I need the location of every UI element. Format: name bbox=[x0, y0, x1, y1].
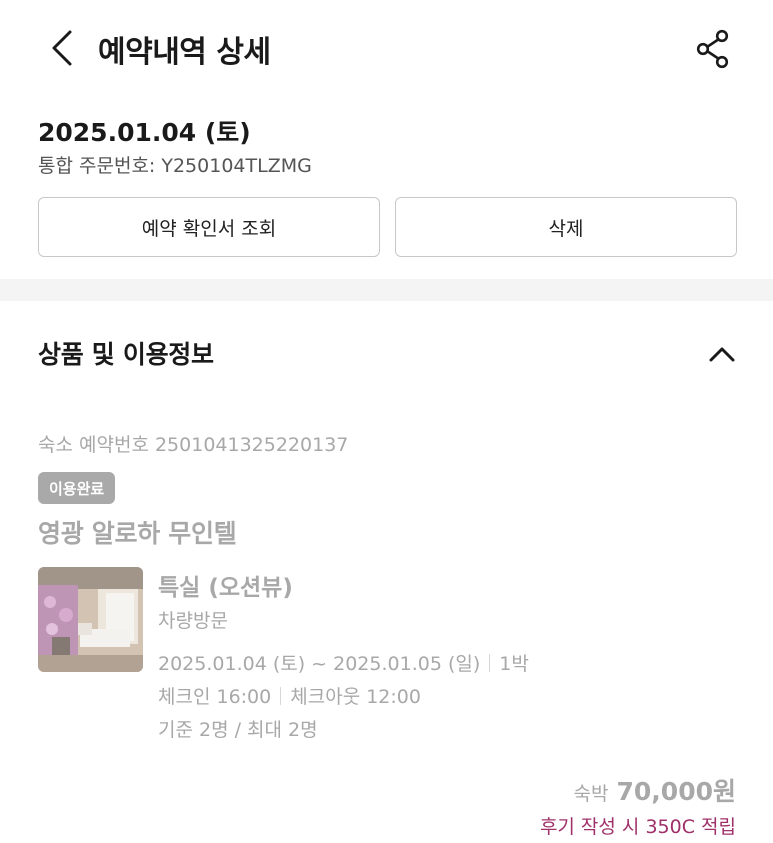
checkout-time: 체크아웃 12:00 bbox=[290, 686, 421, 708]
section-divider bbox=[0, 279, 773, 301]
section-title: 상품 및 이용정보 bbox=[38, 340, 214, 369]
stay-dates-line: 2025.01.04 (토) ~ 2025.01.05 (일) 1박 bbox=[158, 649, 529, 676]
guest-capacity: 기준 2명 / 최대 2명 bbox=[158, 719, 318, 741]
chevron-left-icon bbox=[52, 30, 72, 66]
view-confirmation-button[interactable]: 예약 확인서 조회 bbox=[38, 197, 380, 257]
order-date: 2025.01.04 (토) bbox=[38, 118, 251, 147]
hotel-name[interactable]: 영광 알로하 무인텔 bbox=[38, 514, 237, 550]
share-button[interactable] bbox=[690, 26, 736, 72]
price-row: 숙박 70,000원 bbox=[574, 772, 736, 808]
section-collapse-button[interactable] bbox=[700, 334, 744, 374]
top-bar: 예약내역 상세 bbox=[0, 0, 773, 100]
chevron-up-icon bbox=[709, 347, 735, 362]
back-button[interactable] bbox=[40, 26, 84, 70]
stay-reservation-number: 숙소 예약번호 2501041325220137 bbox=[38, 434, 349, 456]
price-value: 70,000원 bbox=[616, 777, 736, 806]
stay-nights: 1박 bbox=[499, 653, 529, 675]
checkin-time: 체크인 16:00 bbox=[158, 686, 272, 708]
room-thumbnail[interactable] bbox=[38, 567, 143, 672]
room-name: 특실 (오션뷰) bbox=[158, 575, 293, 601]
share-icon bbox=[696, 29, 729, 69]
stay-dates: 2025.01.04 (토) ~ 2025.01.05 (일) bbox=[158, 653, 481, 675]
checkin-checkout-line: 체크인 16:00 체크아웃 12:00 bbox=[158, 682, 421, 709]
price-label: 숙박 bbox=[573, 783, 609, 805]
separator bbox=[489, 654, 491, 672]
visit-type: 차량방문 bbox=[158, 610, 228, 632]
order-number: 통합 주문번호: Y250104TLZMG bbox=[38, 155, 312, 177]
status-badge: 이용완료 bbox=[38, 472, 116, 504]
review-reward-note: 후기 작성 시 350C 적립 bbox=[539, 816, 736, 838]
separator bbox=[280, 687, 282, 705]
delete-button[interactable]: 삭제 bbox=[395, 197, 737, 257]
page-title: 예약내역 상세 bbox=[98, 35, 271, 70]
